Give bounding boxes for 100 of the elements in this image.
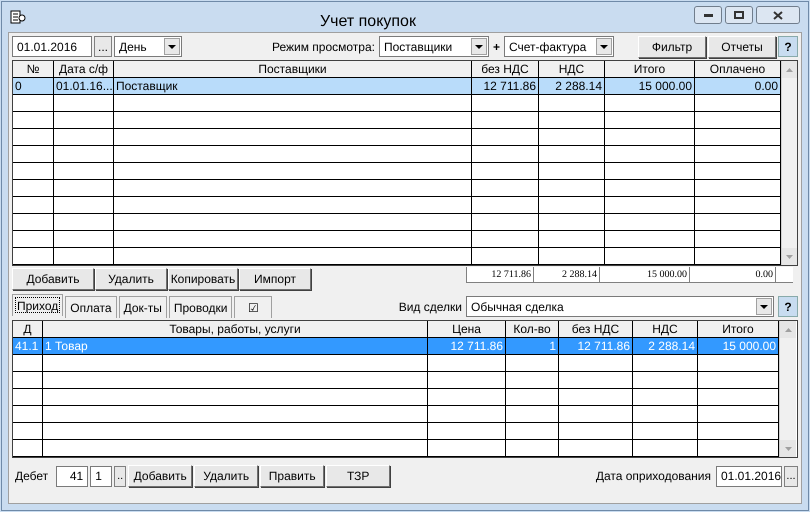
table-cell [539,129,605,146]
table-cell [13,163,54,180]
cell-text: 01.01.16 [56,78,103,95]
help-button[interactable]: ? [778,296,798,317]
table-cell [54,163,114,180]
account-picker-button[interactable]: .. [114,466,126,486]
view-mode-dropdown[interactable]: Поставщики [378,36,489,57]
table-cell [54,112,114,129]
doc-type-dropdown[interactable]: Счет-фактура [504,36,614,57]
help-button[interactable]: ? [778,36,798,57]
table-cell [506,389,559,406]
scroll-down-icon[interactable] [780,440,796,457]
tab[interactable]: Оплата [65,296,117,318]
table-cell [506,440,559,457]
table-cell [633,440,698,457]
date-picker-button[interactable]: ... [784,466,798,486]
total-value: 15 000.00 [647,268,687,282]
table-cell [539,163,605,180]
subaccount-field[interactable]: 1 [90,466,112,486]
table-cell: 12 711.86 [559,338,633,355]
table-cell [539,197,605,214]
tab[interactable]: Проводки [168,296,232,318]
table-cell [13,372,43,389]
table-cell: 1 [506,338,559,355]
maximize-icon [734,11,744,19]
table-cell [472,248,539,265]
table-cell [539,248,605,265]
table-cell [472,214,539,231]
table-cell [539,112,605,129]
table-cell [13,406,43,423]
table-cell [54,95,114,112]
scroll-up-icon[interactable] [780,321,796,338]
table-cell: 2 288.14 [539,78,605,95]
tab[interactable]: Приход [12,294,64,316]
receipt-date-label: Дата оприходования [596,468,711,485]
table-cell [13,440,43,457]
table-cell [633,406,698,423]
table-cell [472,180,539,197]
tab[interactable]: Док-ты [118,296,167,318]
table-cell [633,423,698,440]
debit-account-field[interactable]: 41 [56,466,88,486]
table-cell [13,112,54,129]
deal-type-dropdown[interactable]: Обычная сделка [466,296,774,317]
scroll-up-icon[interactable] [782,61,797,78]
table-cell [13,95,54,112]
window-title: Учет покупок [320,12,416,32]
scroll-down-icon[interactable] [782,248,797,265]
minimize-button[interactable] [694,6,722,24]
table-cell [54,129,114,146]
table-cell [13,248,54,265]
vertical-scrollbar[interactable] [781,61,797,265]
total-value: 2 288.14 [562,268,597,282]
date-field[interactable]: 01.01.2016 [12,36,92,57]
action-button[interactable]: Копировать [168,268,238,290]
minimize-icon [704,14,712,16]
close-button[interactable] [756,6,800,24]
table-cell [54,214,114,231]
table-cell [13,389,43,406]
action-button[interactable]: Править [260,465,324,487]
table-cell [13,180,54,197]
table-cell [472,146,539,163]
table-cell [13,423,43,440]
period-dropdown[interactable]: День [114,36,182,57]
tab[interactable]: ☑ [234,296,272,318]
table-cell [13,146,54,163]
action-button[interactable]: Удалить [95,268,167,290]
action-button[interactable]: ТЗР [326,465,390,487]
total-value: 12 711.86 [491,268,531,282]
table-cell [633,355,698,372]
filter-button[interactable]: Фильтр [638,36,706,58]
table-cell [539,146,605,163]
action-button[interactable]: Добавить [12,268,94,290]
total-value: 0.00 [756,268,773,282]
plus-label: + [492,38,500,56]
table-cell [506,406,559,423]
table-cell: 15 000.00 [605,78,695,95]
table-cell: 12 711.86 [472,78,539,95]
action-button[interactable]: Импорт [239,268,311,290]
table-cell [539,231,605,248]
table-cell: 2 288.14 [633,338,698,355]
deal-type-label: Вид сделки [398,298,462,316]
table-cell [472,197,539,214]
action-button[interactable]: Удалить [194,465,258,487]
table-cell: Поставщик [114,78,472,95]
receipt-date-field[interactable]: 01.01.2016 [716,466,782,486]
date-picker-button[interactable]: ... [94,36,112,57]
table-cell [633,389,698,406]
vertical-scrollbar[interactable] [779,321,796,457]
table-cell [539,95,605,112]
action-button[interactable]: Добавить [128,465,192,487]
reports-button[interactable]: Отчеты [708,36,776,58]
date-picker-button[interactable]: ... [102,77,113,95]
supplier-row[interactable]: 0 01.01.16... Поставщик 12 711.86 2 288.14 15 000.00 0.00 [13,78,781,95]
table-cell [54,180,114,197]
app-icon [10,9,26,25]
maximize-button[interactable] [725,6,753,24]
table-cell [472,163,539,180]
close-icon [773,10,783,20]
table-cell [54,197,114,214]
table-cell [54,248,114,265]
